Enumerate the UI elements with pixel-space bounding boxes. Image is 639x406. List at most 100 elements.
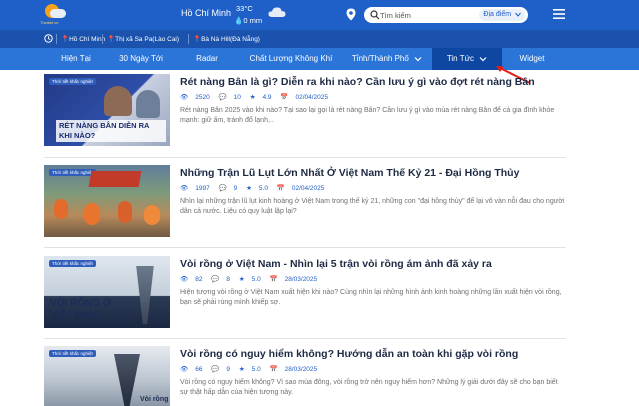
nav-item-30-ngay-toi[interactable]: 30 Ngày Tới xyxy=(108,48,174,70)
saved-locations-bar: 📍Hồ Chí Minh 📍Thị xã Sa Pa(Lào Cai) 📍Bà … xyxy=(0,30,639,48)
calendar-icon: 📅 xyxy=(280,94,289,101)
cloud-icon xyxy=(268,7,286,17)
saved-location-item[interactable]: 📍Bà Nà Hill(Đà Nẵng) xyxy=(193,35,260,43)
star-icon: ★ xyxy=(249,94,256,101)
publish-date: 28/03/2025 xyxy=(284,366,318,373)
saved-location-item[interactable]: 📍Hồ Chí Minh xyxy=(61,35,105,43)
eye-icon: 👁 xyxy=(180,366,189,373)
star-icon: ★ xyxy=(246,185,252,192)
comment-count: 8 xyxy=(226,276,231,283)
comment-icon: 💬 xyxy=(211,276,220,283)
thumb-caption: RÉT NÀNG BÂN DIỄN RA KHI NÀO? xyxy=(56,120,166,142)
category-badge: Thời tiết khắc nghiệt xyxy=(49,260,96,267)
logo-cloud-icon xyxy=(50,9,66,18)
current-temperature: 33°C xyxy=(236,4,253,13)
comment-count: 9 xyxy=(226,366,231,373)
calendar-icon: 📅 xyxy=(276,185,285,192)
category-badge: Thời tiết khắc nghiệt xyxy=(49,78,96,85)
comment-count: 10 xyxy=(233,94,241,101)
rating: 5.0 xyxy=(251,276,261,283)
separator xyxy=(56,34,57,44)
article-description: Hiện tượng vòi rồng ở Việt Nam xuất hiện… xyxy=(180,289,562,306)
article-thumbnail[interactable]: Thời tiết khắc nghiệt xyxy=(44,165,170,237)
publish-date: 02/04/2025 xyxy=(291,185,325,192)
separator xyxy=(188,34,189,44)
nav-item-chat-luong-khong-khi[interactable]: Chất Lượng Không Khí xyxy=(240,48,342,70)
article-description: Rét nàng Bân 2025 vào khi nào? Tại sao l… xyxy=(180,107,555,124)
article-title[interactable]: Vòi rồng ở Việt Nam - Nhìn lại 5 trận vò… xyxy=(180,258,566,270)
location-select[interactable]: Địa điểm xyxy=(479,9,525,21)
publish-date: 28/03/2025 xyxy=(284,276,318,283)
hamburger-menu-icon[interactable] xyxy=(553,9,565,19)
article-meta: 👁 66 💬 9 ★ 5.0 📅 28/03/2025 xyxy=(180,365,324,373)
comment-icon: 💬 xyxy=(218,94,227,101)
separator xyxy=(102,34,103,44)
thumb-figure xyxy=(104,86,132,116)
article-meta: 👁 2520 💬 10 ★ 4.9 📅 02/04/2025 xyxy=(180,93,335,101)
thumb-figure xyxy=(84,203,100,225)
nav-item-tinh-thanh-pho[interactable]: Tỉnh/Thành Phố xyxy=(342,48,432,70)
article-item[interactable]: Thời tiết khắc nghiệt Vòi rồng Vòi rồng … xyxy=(44,346,566,406)
rating: 4.9 xyxy=(262,94,272,101)
thumb-figure xyxy=(54,199,68,219)
category-badge: Thời tiết khắc nghiệt xyxy=(49,350,96,357)
article-title[interactable]: Những Trận Lũ Lụt Lớn Nhất Ở Việt Nam Th… xyxy=(180,167,566,179)
rating: 5.0 xyxy=(258,185,268,192)
article-item[interactable]: Thời tiết khắc nghiệt VÒI RỒNG Ở VIỆT NA… xyxy=(44,256,566,336)
eye-icon: 👁 xyxy=(180,276,189,283)
view-count: 1997 xyxy=(195,185,210,192)
current-city: Hồ Chí Minh xyxy=(181,8,232,18)
chevron-down-icon xyxy=(479,56,487,62)
search-icon[interactable] xyxy=(370,10,380,20)
nav-item-tin-tuc[interactable]: Tin Tức xyxy=(432,48,502,70)
article-title[interactable]: Vòi rồng có nguy hiểm không? Hướng dẫn a… xyxy=(180,348,566,360)
rating: 5.0 xyxy=(251,366,261,373)
article-meta: 👁 1997 💬 9 ★ 5.0 📅 02/04/2025 xyxy=(180,184,331,192)
logo-text: Thoitiet.vn xyxy=(40,20,59,25)
divider xyxy=(44,338,566,339)
saved-location-item[interactable]: 📍Thị xã Sa Pa(Lào Cai) xyxy=(107,35,179,43)
article-meta: 👁 82 💬 8 ★ 5.0 📅 28/03/2025 xyxy=(180,275,324,283)
article-item[interactable]: Thời tiết khắc nghiệt Những Trận Lũ Lụt … xyxy=(44,165,566,245)
thumb-figure xyxy=(136,90,160,118)
star-icon: ★ xyxy=(238,276,245,283)
thumb-caption: VÒI RỒNG Ở VIỆT NAM xyxy=(50,298,112,321)
comment-count: 9 xyxy=(233,185,238,192)
view-count: 82 xyxy=(195,276,203,283)
eye-icon: 👁 xyxy=(180,94,189,101)
article-description: Vòi rồng có nguy hiểm không? Vì sao mùa … xyxy=(180,379,558,396)
chevron-down-icon xyxy=(515,12,521,17)
comment-icon: 💬 xyxy=(218,185,227,192)
main-nav: Hiện Tại 30 Ngày Tới Radar Chất Lượng Kh… xyxy=(0,48,639,70)
thumb-tornado xyxy=(114,354,140,406)
thumb-caption: Vòi rồng xyxy=(140,396,169,403)
nav-item-hien-tai[interactable]: Hiện Tại xyxy=(44,48,108,70)
rain-value: 0 mm xyxy=(243,16,263,25)
star-icon: ★ xyxy=(238,366,245,373)
article-thumbnail[interactable]: Thời tiết khắc nghiệt RÉT NÀNG BÂN DIỄN … xyxy=(44,74,170,146)
article-item[interactable]: Thời tiết khắc nghiệt RÉT NÀNG BÂN DIỄN … xyxy=(44,74,566,154)
thumb-tornado xyxy=(136,266,154,324)
chevron-down-icon xyxy=(414,56,422,62)
publish-date: 02/04/2025 xyxy=(295,94,329,101)
site-logo[interactable]: Thoitiet.vn xyxy=(40,4,68,26)
divider xyxy=(44,247,566,248)
eye-icon: 👁 xyxy=(180,185,189,192)
article-description: Nhìn lại những trận lũ lụt kinh hoàng ở … xyxy=(180,198,565,215)
calendar-icon: 📅 xyxy=(269,366,278,373)
nav-item-radar[interactable]: Radar xyxy=(174,48,240,70)
top-bar: Thoitiet.vn Hồ Chí Minh 33°C 💧0 mm Địa đ… xyxy=(0,0,639,30)
search-box: Địa điểm xyxy=(364,7,528,23)
comment-icon: 💬 xyxy=(211,366,220,373)
view-count: 2520 xyxy=(195,94,210,101)
thumb-sign xyxy=(88,171,142,187)
location-pin-icon[interactable] xyxy=(346,8,356,21)
rain-amount: 💧0 mm xyxy=(234,16,263,25)
article-thumbnail[interactable]: Thời tiết khắc nghiệt VÒI RỒNG Ở VIỆT NA… xyxy=(44,256,170,328)
article-title[interactable]: Rét nàng Bân là gì? Diễn ra khi nào? Cần… xyxy=(180,76,566,88)
search-input[interactable] xyxy=(380,9,472,21)
history-clock-icon xyxy=(44,34,53,43)
divider xyxy=(44,157,566,158)
calendar-icon: 📅 xyxy=(269,276,278,283)
article-thumbnail[interactable]: Thời tiết khắc nghiệt Vòi rồng xyxy=(44,346,170,406)
